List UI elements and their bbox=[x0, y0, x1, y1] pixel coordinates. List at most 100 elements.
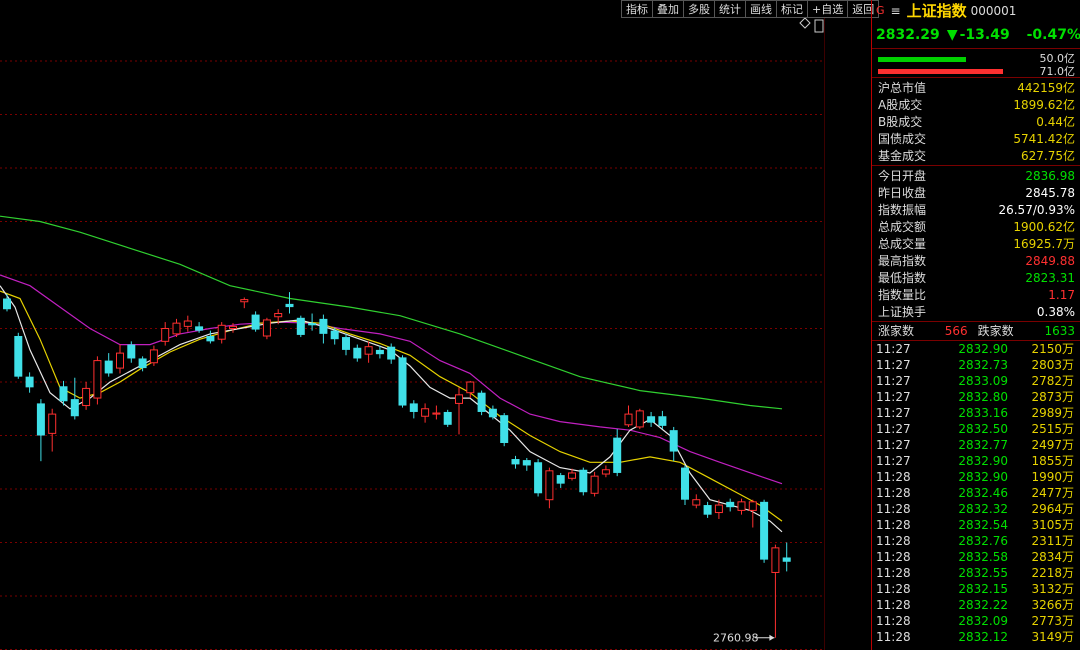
candle-body bbox=[658, 416, 667, 426]
current-price: 2832.29 bbox=[876, 27, 940, 43]
price-header: 2832.29 ▼ -13.49 -0.47% bbox=[872, 22, 1080, 48]
stat-label: 最高指数 bbox=[878, 254, 927, 268]
toolbar-button[interactable]: 叠加 bbox=[652, 0, 683, 18]
stat-label: 总成交量 bbox=[878, 237, 927, 251]
tick-row: 11:27 2832.50 2515万 bbox=[872, 421, 1080, 437]
candle-body bbox=[375, 349, 384, 355]
candle-body bbox=[149, 349, 158, 364]
stat-label: 国债成交 bbox=[878, 132, 927, 146]
stat-label: 总成交额 bbox=[878, 220, 927, 234]
tick-row: 11:28 2832.32 2964万 bbox=[872, 501, 1080, 517]
tick-price: 2833.09 bbox=[958, 374, 1008, 388]
candle-body bbox=[308, 323, 317, 326]
tick-time: 11:28 bbox=[876, 470, 911, 484]
tick-volume: 2515万 bbox=[1031, 422, 1074, 436]
candle-body bbox=[70, 399, 79, 417]
g-icon[interactable]: G bbox=[876, 0, 885, 22]
tick-row: 11:28 2832.55 2218万 bbox=[872, 565, 1080, 581]
tick-volume: 2989万 bbox=[1031, 406, 1074, 420]
bar2-label: 71.0亿 bbox=[1039, 65, 1076, 78]
toolbar-button[interactable]: 指标 bbox=[621, 0, 652, 18]
tick-volume: 2150万 bbox=[1031, 342, 1074, 356]
stat-label: 上证换手 bbox=[878, 305, 927, 319]
candle-body bbox=[545, 470, 554, 501]
index-name: 上证指数 bbox=[906, 2, 967, 20]
candle-body bbox=[127, 344, 136, 359]
stat-row: 今日开盘 2836.98 bbox=[872, 168, 1080, 185]
tick-volume: 2834万 bbox=[1031, 550, 1074, 564]
tick-row: 11:27 2832.90 2150万 bbox=[872, 341, 1080, 357]
stat-row: 最低指数 2823.31 bbox=[872, 270, 1080, 287]
stat-row: 基金成交 627.75亿 bbox=[872, 148, 1080, 165]
diamond-icon bbox=[799, 17, 811, 29]
tick-price: 2832.22 bbox=[958, 598, 1008, 612]
candle-body bbox=[455, 394, 463, 404]
bar1-fill bbox=[878, 57, 966, 62]
candle-body bbox=[590, 475, 599, 494]
down-count: 1633 bbox=[1044, 324, 1075, 338]
candle-body bbox=[488, 408, 497, 418]
tick-time: 11:28 bbox=[876, 502, 911, 516]
toolbar-button[interactable]: +自选 bbox=[807, 0, 848, 18]
candle-body bbox=[782, 557, 791, 562]
toolbar-button[interactable]: 统计 bbox=[714, 0, 745, 18]
candle-body bbox=[104, 360, 113, 374]
index-stats: 今日开盘 2836.98 昨日收盘 2845.78 指数振幅 26.57/0.93% 总成交… bbox=[872, 165, 1080, 321]
tick-volume: 3149万 bbox=[1031, 630, 1074, 644]
candle-body bbox=[624, 413, 633, 426]
tick-row: 11:28 2832.15 3132万 bbox=[872, 581, 1080, 597]
tick-price: 2832.80 bbox=[958, 390, 1008, 404]
candle-body bbox=[251, 314, 260, 330]
tick-price: 2832.15 bbox=[958, 582, 1008, 596]
toolbar-button[interactable]: 标记 bbox=[776, 0, 807, 18]
kline-svg[interactable]: 3300327532503225320031753150312531003075… bbox=[0, 0, 825, 650]
tick-volume: 1855万 bbox=[1031, 454, 1074, 468]
stat-row: 国债成交 5741.42亿 bbox=[872, 131, 1080, 148]
tick-time: 11:27 bbox=[876, 406, 911, 420]
toolbar-button[interactable]: 多股 bbox=[683, 0, 714, 18]
candle-body bbox=[466, 381, 475, 394]
stat-label: 最低指数 bbox=[878, 271, 927, 285]
quote-panel: G ≡ 上证指数 000001 2832.29 ▼ -13.49 -0.47% … bbox=[871, 0, 1080, 650]
tick-row: 11:27 2832.80 2873万 bbox=[872, 389, 1080, 405]
stat-label: 沪总市值 bbox=[878, 81, 927, 95]
menu-icon[interactable]: ≡ bbox=[891, 0, 901, 22]
tick-volume: 3266万 bbox=[1031, 598, 1074, 612]
toolbar-button[interactable]: 画线 bbox=[745, 0, 776, 18]
tick-row: 11:28 2832.09 2773万 bbox=[872, 613, 1080, 629]
tick-volume: 2773万 bbox=[1031, 614, 1074, 628]
stat-row: 上证换手 0.38% bbox=[872, 304, 1080, 321]
tick-time: 11:27 bbox=[876, 454, 911, 468]
price-change: -13.49 bbox=[959, 27, 1010, 43]
candle-body bbox=[36, 403, 45, 436]
tick-volume: 2964万 bbox=[1031, 502, 1074, 516]
tick-volume: 3105万 bbox=[1031, 518, 1074, 532]
candle-body bbox=[579, 469, 588, 493]
candle-body bbox=[59, 386, 68, 402]
tick-volume: 2803万 bbox=[1031, 358, 1074, 372]
candle-body bbox=[748, 501, 757, 511]
stat-value: 16925.7万 bbox=[1013, 237, 1075, 251]
candle-body bbox=[183, 320, 192, 327]
tick-time: 11:27 bbox=[876, 342, 911, 356]
ma-yellow-line bbox=[0, 290, 783, 522]
tick-list[interactable]: 11:27 2832.90 2150万 11:27 2832.73 2803万 11:27 2… bbox=[872, 340, 1080, 645]
tick-row: 11:27 2833.09 2782万 bbox=[872, 373, 1080, 389]
candle-body bbox=[353, 347, 362, 359]
candle-body bbox=[568, 472, 576, 479]
ma-magenta-line bbox=[0, 274, 783, 485]
ma-green-line bbox=[0, 215, 783, 410]
candle-body bbox=[285, 303, 294, 308]
stat-value: 5741.42亿 bbox=[1013, 132, 1075, 146]
down-label: 跌家数 bbox=[977, 324, 1014, 338]
market-stats: 沪总市值 442159亿 A股成交 1899.62亿 B股成交 0.44亿 国债成交 5741… bbox=[872, 77, 1080, 165]
tick-time: 11:28 bbox=[876, 534, 911, 548]
candle-body bbox=[511, 459, 520, 465]
kline-chart[interactable]: 3300327532503225320031753150312531003075… bbox=[0, 0, 825, 650]
tick-price: 2832.73 bbox=[958, 358, 1008, 372]
stat-label: 指数量比 bbox=[878, 288, 927, 302]
candle-body bbox=[421, 408, 430, 417]
index-header: G ≡ 上证指数 000001 bbox=[872, 0, 1080, 22]
down-arrow-icon: ▼ bbox=[946, 27, 958, 43]
candle-body bbox=[714, 504, 723, 514]
